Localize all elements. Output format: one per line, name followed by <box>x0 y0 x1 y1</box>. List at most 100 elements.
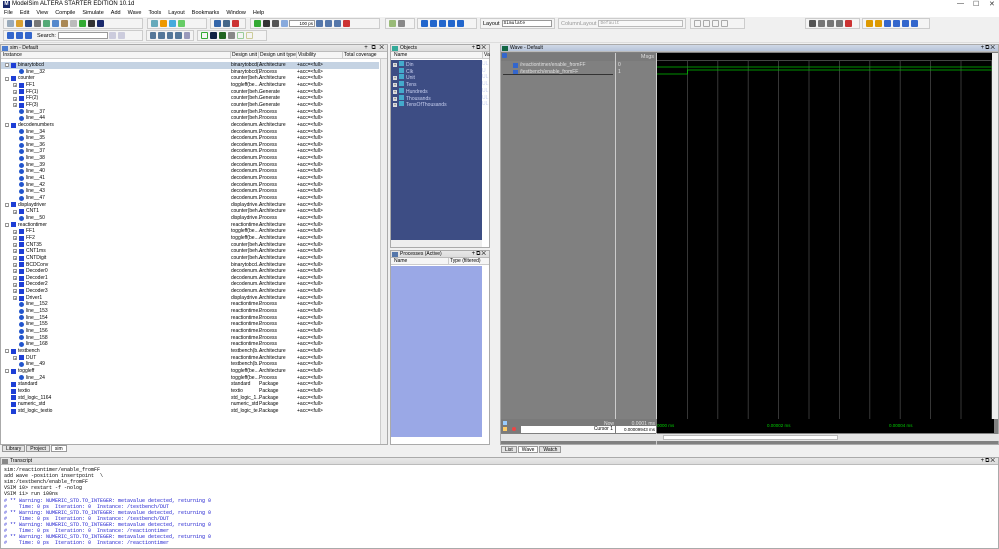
undo-icon[interactable] <box>70 20 77 27</box>
stop-drawing-icon[interactable] <box>845 20 852 27</box>
expand-icon[interactable]: + <box>393 103 397 108</box>
panel-buttons[interactable]: +⧉✕ <box>981 45 996 52</box>
expand-icon[interactable]: + <box>13 89 17 94</box>
panel-buttons[interactable]: +⧉✕ <box>981 458 996 465</box>
edge-fall-icon[interactable] <box>893 20 900 27</box>
tab-library[interactable]: Library <box>2 445 26 452</box>
menu-window[interactable]: Window <box>226 9 246 17</box>
stop-icon[interactable] <box>232 20 239 27</box>
wave-hscroll[interactable] <box>501 434 999 441</box>
tree-row[interactable]: - testbench testbench(b... Architecture +acc… <box>1 348 379 355</box>
tree-row[interactable]: + CNT35 counter(beh... Architecture +acc=<fu… <box>1 242 379 249</box>
tree-row[interactable]: std_logic_textio std_logic_te... Package +a… <box>1 408 379 415</box>
panel-buttons[interactable]: +⧉✕ <box>472 45 487 52</box>
tree-row[interactable]: line__153 reactiontime... Process +acc=<ful… <box>1 308 379 315</box>
column-layout-select[interactable]: Default <box>598 20 683 27</box>
object-item[interactable]: + TensOfThousands UL <box>393 101 488 108</box>
close-button[interactable]: ✕ <box>989 0 995 8</box>
tree-row[interactable]: line__50 displaydrive... Process +acc=<full… <box>1 215 379 222</box>
edit-mode-icon[interactable] <box>836 20 843 27</box>
expand-icon[interactable]: + <box>13 242 17 247</box>
menu-tools[interactable]: Tools <box>148 9 161 17</box>
mode-100-icon[interactable] <box>712 20 719 27</box>
print-icon[interactable] <box>34 20 41 27</box>
performance-icon[interactable] <box>389 20 396 27</box>
memory-profile-icon[interactable] <box>398 20 405 27</box>
tree-row[interactable]: line__168 reactiontime... Process +acc=<ful… <box>1 341 379 348</box>
collapse-icon[interactable]: - <box>5 369 9 374</box>
menu-compile[interactable]: Compile <box>55 9 75 17</box>
sim-scrollbar[interactable] <box>380 59 387 444</box>
back-icon[interactable] <box>272 20 279 27</box>
zoom-mode-icon[interactable] <box>818 20 825 27</box>
step-up-icon[interactable] <box>263 20 270 27</box>
edge-rise-icon[interactable] <box>884 20 891 27</box>
expand-icon[interactable]: + <box>393 76 397 81</box>
menu-layout[interactable]: Layout <box>168 9 185 17</box>
wave-insert-icon[interactable] <box>25 32 32 39</box>
delete-cursor-icon[interactable] <box>512 427 516 431</box>
tree-row[interactable]: std_logic_1164 std_logic_1... Package +acc=… <box>1 395 379 402</box>
add-icon[interactable] <box>151 20 158 27</box>
expand-icon[interactable]: + <box>13 249 17 254</box>
select-mode-icon[interactable] <box>809 20 816 27</box>
col-name[interactable]: Name <box>393 52 407 59</box>
tree-row[interactable]: + Decoder3 decodenum... Architecture +acc=<f… <box>1 288 379 295</box>
col-total-coverage[interactable]: Total coverage <box>342 52 377 59</box>
panel-buttons[interactable]: +⧉✕ <box>472 251 487 258</box>
object-item[interactable]: + Tens UL <box>393 81 488 88</box>
find-icon[interactable] <box>88 20 95 27</box>
expand-icon[interactable]: + <box>393 63 397 67</box>
tab-project[interactable]: Project <box>26 445 50 452</box>
step-icon[interactable] <box>421 20 428 27</box>
expand-icon[interactable]: + <box>13 236 17 241</box>
forward-icon[interactable] <box>281 20 288 27</box>
run-all-icon[interactable] <box>334 20 341 27</box>
expand-icon[interactable]: + <box>13 256 17 261</box>
tree-row[interactable]: - reactiontimer reactiontime... Architectur… <box>1 222 379 229</box>
tree-row[interactable]: + FF(2) counter(beh... Generate +acc=<full> <box>1 95 379 102</box>
tree-row[interactable]: + FF1 toggleff(be... Architecture +acc=<full… <box>1 82 379 89</box>
object-item[interactable]: Clk U <box>393 67 488 75</box>
col-name[interactable]: Name <box>393 258 407 265</box>
save-icon[interactable] <box>25 20 32 27</box>
edge-any-icon[interactable] <box>902 20 909 27</box>
tree-row[interactable]: line__158 reactiontime... Process +acc=<ful… <box>1 335 379 342</box>
step-out-icon[interactable] <box>439 20 446 27</box>
window-icon[interactable] <box>223 20 230 27</box>
mode-1-icon[interactable] <box>694 20 701 27</box>
cut-icon[interactable] <box>43 20 50 27</box>
step-into-icon[interactable] <box>448 20 455 27</box>
run-icon[interactable] <box>316 20 323 27</box>
tree-row[interactable]: line__156 reactiontime... Process +acc=<ful… <box>1 328 379 335</box>
tab-sim[interactable]: sim <box>50 445 67 452</box>
expand-icon[interactable]: + <box>13 209 17 214</box>
collapse-icon[interactable]: - <box>5 202 9 207</box>
tree-row[interactable]: line__38 decodenum... Process +acc=<full> <box>1 155 379 162</box>
col-instance[interactable]: Instance <box>2 52 22 59</box>
tree-row[interactable]: line__41 decodenum... Process +acc=<full> <box>1 175 379 182</box>
scroll-thumb[interactable] <box>663 435 838 440</box>
expand-icon[interactable]: + <box>13 96 17 101</box>
copy-icon[interactable] <box>52 20 59 27</box>
object-item[interactable]: + Hundreds UL <box>393 87 488 95</box>
object-item[interactable]: + Unit UL <box>393 74 488 81</box>
expand-icon[interactable]: + <box>393 96 397 101</box>
tree-row[interactable]: line__155 reactiontime... Process +acc=<ful… <box>1 321 379 328</box>
tree-row[interactable]: + DUT reactiontime... Architecture +acc=<ful… <box>1 355 379 362</box>
expand-icon[interactable]: + <box>13 262 17 267</box>
maximize-button[interactable]: ☐ <box>973 0 979 8</box>
tree-row[interactable]: line__34 decodenum... Process +acc=<full> <box>1 129 379 136</box>
zoom-region-icon[interactable] <box>183 32 191 39</box>
tree-row[interactable]: line__32 binarytobcd(... Process +acc=<full… <box>1 69 379 76</box>
menu-wave[interactable]: Wave <box>128 9 142 17</box>
tree-row[interactable]: line__37 decodenum... Process +acc=<full> <box>1 148 379 155</box>
expand-icon[interactable]: + <box>13 296 17 301</box>
objects-hscroll[interactable] <box>391 240 482 247</box>
zoom-in-icon[interactable] <box>150 32 157 39</box>
open-icon[interactable] <box>16 20 23 27</box>
find-prev-edge-icon[interactable] <box>875 20 882 27</box>
menu-simulate[interactable]: Simulate <box>82 9 103 17</box>
tree-row[interactable]: line__35 decodenum... Process +acc=<full> <box>1 135 379 142</box>
divider[interactable] <box>615 53 616 423</box>
